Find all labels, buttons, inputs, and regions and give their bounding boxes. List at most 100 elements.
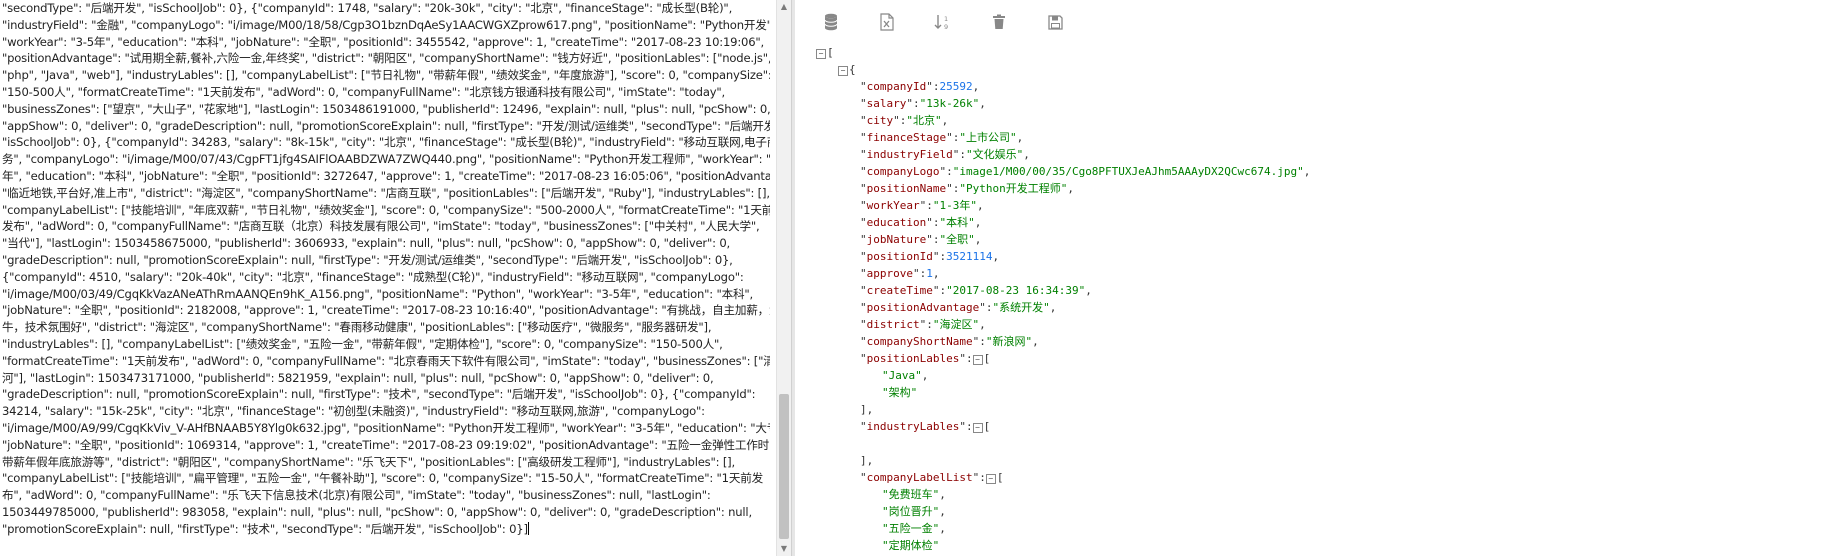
scrollbar-thumb[interactable] (779, 394, 789, 539)
comma: , (921, 369, 929, 382)
comma: , (1032, 335, 1039, 348)
tree-bracket: ], (860, 454, 874, 467)
json-key: approve (866, 267, 913, 280)
json-key: education (866, 216, 927, 229)
vertical-scrollbar[interactable]: ▲ ▼ (776, 0, 791, 556)
json-string-value: 北京 (913, 114, 935, 127)
excel-icon[interactable] (876, 11, 898, 33)
raw-json-line: 发布", "adWord": 0, "companyFullName": "店商… (2, 219, 760, 234)
collapse-toggle-icon[interactable]: − (972, 423, 983, 433)
raw-json-pane[interactable]: "secondType": "后端开发", "isSchoolJob": 0},… (0, 0, 792, 556)
tree-row: "financeStage":"上市公司", (816, 129, 1310, 146)
trash-icon[interactable] (988, 11, 1010, 33)
scroll-up-arrow-icon[interactable]: ▲ (777, 0, 791, 14)
collapse-toggle-icon[interactable]: − (838, 66, 848, 76)
tree-row: "companyLogo":"image1/M00/00/35/Cgo8PFTU… (816, 163, 1310, 180)
tree-row: "jobNature":"全职", (816, 231, 1310, 248)
tree-row: −{ (816, 61, 1310, 78)
json-key: positionAdvantage (866, 301, 980, 314)
json-string-value: 新浪网 (992, 335, 1026, 348)
sort-icon[interactable]: 19 (932, 11, 954, 33)
collapse-toggle-icon[interactable]: − (972, 355, 983, 365)
raw-json-line: "gradeDescription": null, "promotionScor… (2, 252, 733, 267)
quote: " (946, 284, 953, 297)
comma: , (932, 267, 940, 280)
comma: , (941, 114, 949, 127)
quote: ": (972, 471, 986, 484)
raw-json-line: 布", "adWord": 0, "companyFullName": "乐飞天… (2, 488, 711, 503)
quote: " (968, 233, 975, 246)
save-icon[interactable] (1044, 11, 1066, 33)
quote: " (860, 335, 867, 348)
comma: , (1023, 148, 1030, 161)
raw-json-line: 牛，技术氛围好", "district": "海淀区", "companySho… (2, 320, 712, 335)
raw-json-line: "150-500人", "formatCreateTime": "1天前发布",… (2, 84, 726, 99)
json-string-value: image1/M00/00/35/Cgo8PFTUXJeAJhm5AAAyDX2… (959, 165, 1298, 178)
tree-row: "定期体检" (816, 537, 1310, 554)
quote: " (959, 131, 966, 144)
text-caret (527, 521, 529, 535)
raw-json-line: "isSchoolJob": 0}, {"companyId": 34283, … (2, 135, 770, 150)
quote: " (1043, 301, 1050, 314)
quote: ": (939, 165, 953, 178)
pane-divider[interactable] (792, 0, 795, 556)
tree-row: "salary":"13k-26k", (816, 95, 1310, 112)
quote: ": (946, 182, 960, 195)
tree-row: "免费班车", (816, 486, 1310, 503)
tree-row: "positionName":"Python开发工程师", (816, 180, 1310, 197)
quote: " (1009, 131, 1017, 144)
json-key: city (866, 114, 894, 127)
json-key: positionId (866, 250, 933, 263)
quote: ": (932, 284, 947, 297)
collapse-toggle-icon[interactable]: − (985, 474, 996, 484)
tree-bracket: [ (996, 471, 1004, 484)
quote: " (910, 386, 918, 399)
scroll-down-arrow-icon[interactable]: ▼ (777, 542, 791, 556)
quote: " (932, 539, 940, 552)
json-key: jobNature (866, 233, 927, 246)
tree-row: ], (816, 401, 1310, 418)
json-key: createTime (866, 284, 933, 297)
comma: , (976, 199, 984, 212)
raw-json-line: {"companyId": 4510, "salary": "20k-40k",… (2, 269, 744, 284)
tree-row: "positionAdvantage":"系统开发", (816, 299, 1310, 316)
raw-json-line: "positionAdvantage": "试用期全薪,餐补,六险一金,年终奖"… (2, 51, 770, 66)
quote: " (882, 369, 889, 382)
quote: " (882, 539, 889, 552)
tree-bracket: [ (983, 352, 991, 365)
raw-json-line: 年", "education": "本科", "jobNature": "全职"… (2, 168, 770, 183)
json-key: district (866, 318, 920, 331)
quote: " (860, 250, 867, 263)
quote: ": (906, 97, 920, 110)
quote: ": (926, 233, 940, 246)
raw-json-line: 1503449785000, "publisherId": 983058, "e… (2, 504, 752, 519)
quote: " (860, 284, 867, 297)
quote: " (860, 233, 867, 246)
quote: " (860, 114, 867, 127)
quote: ": (959, 420, 973, 433)
quote: " (935, 114, 942, 127)
quote: " (860, 318, 867, 331)
collapse-toggle-icon[interactable]: − (816, 49, 826, 59)
raw-json-line: 务", "companyLogo": "i/image/M00/07/43/Cg… (2, 152, 770, 167)
tree-row: "approve":1, (816, 265, 1310, 282)
raw-json-line: 34214, "salary": "15k-25k", "city": "北京"… (2, 404, 705, 419)
comma: , (979, 318, 986, 331)
tree-row: "companyShortName":"新浪网", (816, 333, 1310, 350)
json-key: workYear (866, 199, 920, 212)
json-string-value: 全职 (946, 233, 969, 246)
json-tree: −[−{"companyId":25592, "salary":"13k-26k"… (816, 44, 1310, 554)
quote: " (860, 267, 867, 280)
comma: , (939, 488, 946, 501)
raw-json-line: 河"], "lastLogin": 1503473171000, "publis… (2, 370, 714, 385)
json-key: companyShortName (866, 335, 973, 348)
raw-json-line: "formatCreateTime": "1天前发布", "adWord": 0… (2, 353, 770, 368)
raw-json-textarea[interactable]: "secondType": "后端开发", "isSchoolJob": 0},… (2, 0, 770, 556)
database-icon[interactable] (820, 11, 842, 33)
comma: , (972, 80, 980, 93)
tree-row: "companyId":25592, (816, 78, 1310, 95)
comma: , (1067, 182, 1074, 195)
tree-row: "education":"本科", (816, 214, 1310, 231)
raw-json-line: "industryLables": [], "companyLabelList"… (2, 336, 723, 351)
svg-text:1: 1 (944, 15, 948, 23)
